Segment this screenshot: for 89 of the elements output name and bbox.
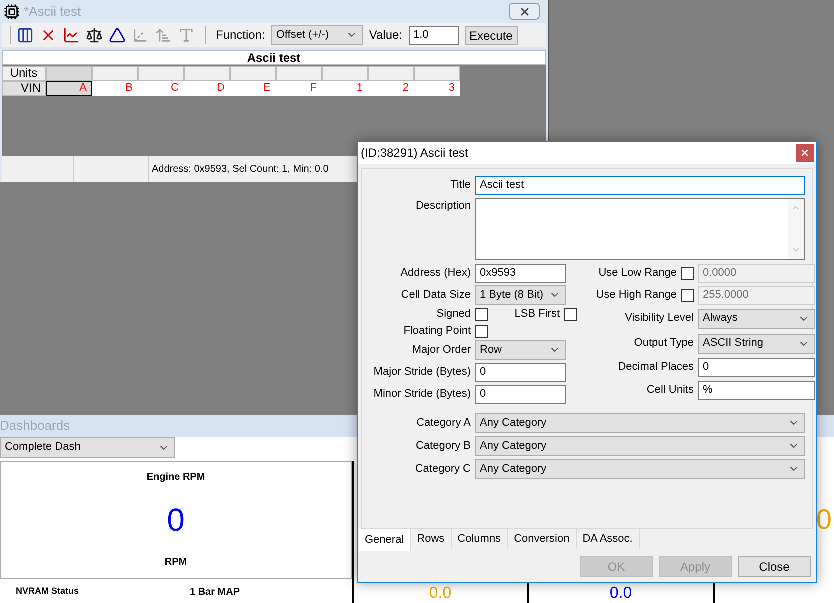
category-dropdown[interactable]: Any Category xyxy=(475,459,805,479)
field-label: Title xyxy=(450,178,471,193)
gauge-value: 0 xyxy=(167,504,185,536)
close-icon xyxy=(800,148,810,158)
field-label: Minor Stride (Bytes) xyxy=(372,386,471,402)
field-label: Cell Data Size xyxy=(400,288,471,303)
field-label: Major Stride (Bytes) xyxy=(372,364,471,380)
line-chart-icon[interactable] xyxy=(63,26,80,44)
gauge-title: Engine RPM xyxy=(146,471,206,485)
tab[interactable]: General xyxy=(359,529,412,551)
input-field[interactable]: 0.0000 xyxy=(698,264,815,282)
checkbox[interactable] xyxy=(681,266,694,280)
dialog-title: (ID:38291) Ascii test xyxy=(361,145,468,162)
dropdown[interactable]: Row xyxy=(475,340,566,360)
gauge-value: 0.0 xyxy=(610,586,632,602)
header-cell xyxy=(368,66,414,81)
scales-icon[interactable] xyxy=(86,26,103,44)
table-cell[interactable]: B xyxy=(92,81,138,96)
dropdown[interactable]: Always xyxy=(698,308,815,328)
table-cell[interactable]: E xyxy=(230,81,276,96)
value-field[interactable]: 1.0 xyxy=(408,26,458,44)
dialog-button[interactable]: Close xyxy=(738,556,811,577)
table-title: Ascii test xyxy=(2,50,546,65)
field-label: Output Type xyxy=(633,336,694,352)
window-title: Dashboards xyxy=(0,417,70,436)
gauge-value: 0.0 xyxy=(429,586,452,602)
close-icon xyxy=(518,6,530,18)
input-field[interactable]: 0 xyxy=(475,362,566,382)
status-text: Address: 0x9593, Sel Count: 1, Min: 0.0 xyxy=(152,162,329,176)
field-label: Description xyxy=(414,199,471,214)
dropdown[interactable]: ASCII String xyxy=(698,334,815,354)
header-cell xyxy=(414,66,460,81)
field-label: Category B xyxy=(414,438,471,454)
header-cell xyxy=(230,66,276,81)
field-label: Category A xyxy=(416,416,471,431)
header-cell xyxy=(276,66,322,81)
checkbox[interactable] xyxy=(475,308,488,321)
execute-button[interactable]: Execute xyxy=(464,26,518,44)
dashboard-dropdown[interactable]: Complete Dash xyxy=(0,437,175,458)
header-cell: Units xyxy=(2,66,46,81)
header-cell xyxy=(46,66,92,81)
window-title: *Ascii test xyxy=(24,2,82,21)
input-field[interactable]: 0x9593 xyxy=(475,264,566,282)
function-label: Function: xyxy=(216,27,266,44)
field-label: Use High Range xyxy=(595,288,677,303)
close-button[interactable] xyxy=(509,3,540,20)
table-cell[interactable]: 3 xyxy=(414,81,460,96)
row-header: VIN xyxy=(2,81,46,96)
field-label: Major Order xyxy=(411,342,471,358)
description-field[interactable] xyxy=(475,198,805,260)
input-field[interactable]: 0 xyxy=(475,384,566,404)
category-dropdown[interactable]: Any Category xyxy=(475,413,805,433)
gauge-value: 0 xyxy=(816,506,832,534)
field-label: Category C xyxy=(414,462,471,477)
columns-icon[interactable] xyxy=(17,26,34,44)
checkbox[interactable] xyxy=(475,324,488,338)
function-dropdown[interactable]: Offset (+/-) xyxy=(271,25,364,45)
value-label: Value: xyxy=(369,27,402,44)
gauge-title: NVRAM Status xyxy=(15,585,80,598)
field-label: Signed xyxy=(436,307,471,322)
header-cell xyxy=(138,66,184,81)
field-label: Decimal Places xyxy=(617,360,694,376)
input-field[interactable]: 255.0000 xyxy=(698,286,815,304)
table-cell[interactable]: F xyxy=(276,81,322,96)
header-cell xyxy=(92,66,138,81)
triangle-icon[interactable] xyxy=(109,26,126,44)
table-cell[interactable]: D xyxy=(184,81,230,96)
chip-icon xyxy=(4,4,20,20)
gauge-units: RPM xyxy=(164,556,188,570)
checkbox[interactable] xyxy=(564,308,577,321)
input-field[interactable]: 0 xyxy=(698,358,815,377)
field-label: Use Low Range xyxy=(598,266,677,281)
table-cell[interactable]: 2 xyxy=(368,81,414,96)
header-cell xyxy=(322,66,368,81)
field-label: LSB First xyxy=(514,307,560,322)
field-label: Floating Point xyxy=(402,324,471,339)
field-label: Address (Hex) xyxy=(400,266,471,281)
category-dropdown[interactable]: Any Category xyxy=(475,436,805,456)
input-field[interactable]: % xyxy=(698,381,815,400)
checkbox[interactable] xyxy=(681,288,694,302)
field-label: Visibility Level xyxy=(624,311,694,326)
field-label: Cell Units xyxy=(646,383,694,398)
gauge-title: 1 Bar MAP xyxy=(189,586,242,600)
input-field[interactable]: Ascii test xyxy=(475,176,805,194)
close-button[interactable] xyxy=(796,144,814,162)
header-cell xyxy=(184,66,230,81)
table-cell[interactable]: C xyxy=(138,81,184,96)
dropdown[interactable]: 1 Byte (8 Bit) xyxy=(475,285,566,305)
table-cell[interactable]: 1 xyxy=(322,81,368,96)
